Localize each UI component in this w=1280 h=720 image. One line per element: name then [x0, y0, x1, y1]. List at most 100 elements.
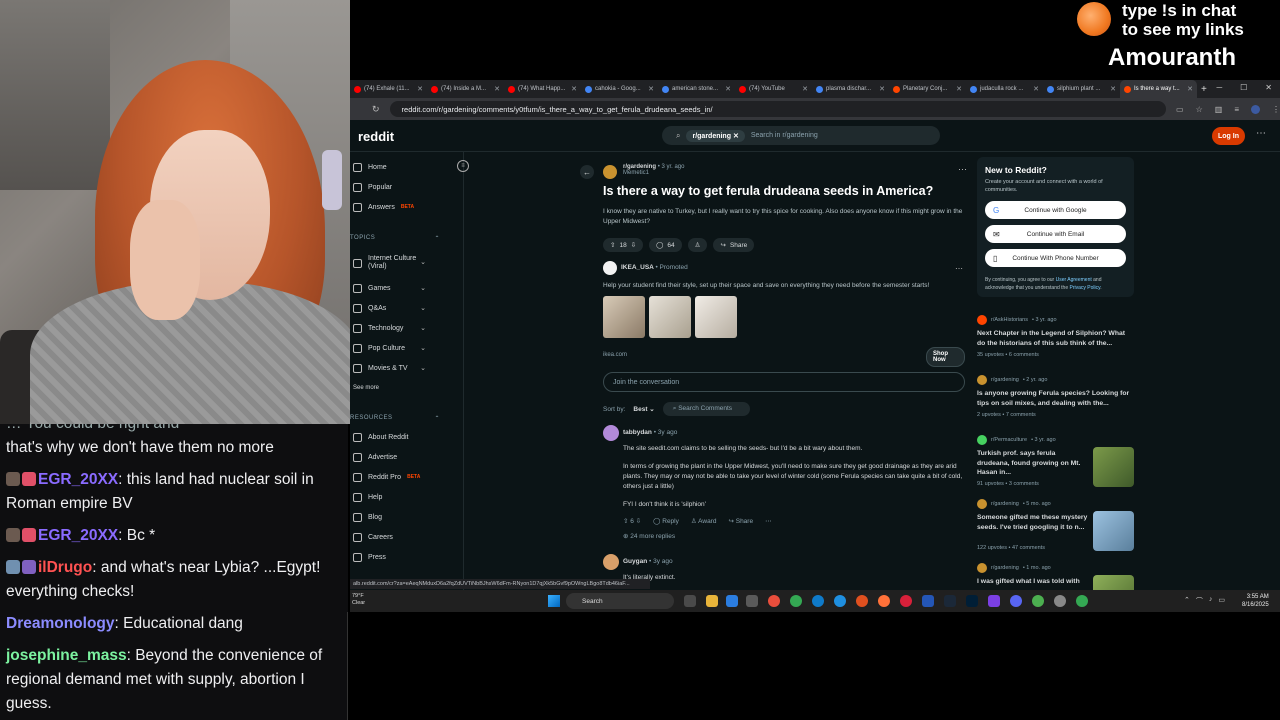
- chevron-up-icon[interactable]: ⌃: [1184, 596, 1190, 606]
- continue-email-button[interactable]: ✉ Continue with Email: [985, 225, 1126, 243]
- related-post[interactable]: r/Permaculture • 3 yr. ago Turkish prof. …: [977, 435, 1134, 493]
- search-comments-input[interactable]: ⌕ Search Comments: [662, 402, 751, 416]
- sidebar-item-home[interactable]: Home: [350, 158, 450, 176]
- privacy-policy-link[interactable]: Privacy Policy: [1070, 285, 1101, 291]
- related-subreddit[interactable]: r/gardening: [991, 377, 1019, 383]
- chat-username[interactable]: EGR_20XX: [38, 527, 118, 544]
- taskbar-search[interactable]: Search: [566, 593, 674, 609]
- continue-phone-button[interactable]: ▯ Continue With Phone Number: [985, 249, 1126, 267]
- sidebar-item-advertise[interactable]: Advertise: [350, 448, 450, 466]
- discord-icon[interactable]: [1010, 595, 1022, 607]
- close-icon[interactable]: ✕: [1110, 85, 1116, 93]
- app-icon[interactable]: [834, 595, 846, 607]
- downvote-icon[interactable]: ⇩: [631, 241, 636, 249]
- sidebar-item-careers[interactable]: Careers: [350, 528, 450, 546]
- extensions-icon[interactable]: ≡: [1234, 105, 1239, 114]
- url-field[interactable]: reddit.com/r/gardening/comments/y0tfum/i…: [389, 101, 1167, 117]
- steam-icon[interactable]: [944, 595, 956, 607]
- battery-icon[interactable]: ▭: [1218, 596, 1225, 606]
- shop-now-button[interactable]: Shop Now: [926, 347, 965, 367]
- related-subreddit[interactable]: r/gardening: [991, 501, 1019, 507]
- reload-icon[interactable]: ↻: [372, 104, 380, 115]
- close-icon[interactable]: ✕: [648, 85, 654, 93]
- browser-tab[interactable]: plasma dischar... ✕: [812, 80, 889, 98]
- see-more-link[interactable]: See more: [350, 379, 450, 397]
- vote-control[interactable]: ⇧ 18 ⇩: [603, 238, 644, 252]
- file-explorer-icon[interactable]: [706, 595, 718, 607]
- settings-gear-icon[interactable]: [1054, 595, 1066, 607]
- volume-icon[interactable]: ♪: [1209, 596, 1213, 606]
- browser-tab[interactable]: cahokia - Goog... ✕: [581, 80, 658, 98]
- chat-username[interactable]: ilDrugo: [38, 559, 92, 576]
- app-icon[interactable]: [746, 595, 758, 607]
- award-button[interactable]: ♙ Award: [691, 517, 717, 525]
- close-icon[interactable]: ✕: [417, 85, 423, 93]
- app-icon[interactable]: [922, 595, 934, 607]
- new-tab-icon[interactable]: +: [1197, 80, 1215, 98]
- profile-avatar-icon[interactable]: [1251, 104, 1260, 114]
- menu-icon[interactable]: ⋮: [1272, 105, 1280, 114]
- sidebar-item-answers[interactable]: Answers BETA: [350, 198, 450, 216]
- ad-domain[interactable]: ikea.com: [603, 352, 627, 358]
- close-icon[interactable]: ✕: [1187, 85, 1193, 93]
- reddit-logo[interactable]: reddit: [358, 129, 394, 144]
- cast-icon[interactable]: ▭: [1176, 105, 1184, 114]
- comment-author[interactable]: Guygan: [623, 558, 647, 565]
- browser-tab[interactable]: Planetary Conj... ✕: [889, 80, 966, 98]
- sidebar-item-blog[interactable]: Blog: [350, 508, 450, 526]
- sidebar-item-technology[interactable]: Technology ⌄: [350, 319, 450, 337]
- comment-author[interactable]: tabbydan: [623, 429, 652, 436]
- related-subreddit[interactable]: r/Permaculture: [991, 437, 1027, 443]
- advertiser-name[interactable]: IKEA_USA: [621, 264, 654, 271]
- related-thumbnail[interactable]: [1093, 511, 1134, 551]
- user-avatar[interactable]: [603, 554, 619, 570]
- sidebar-item-help[interactable]: Help: [350, 488, 450, 506]
- related-thumbnail[interactable]: [1093, 447, 1134, 487]
- award-button[interactable]: ♙: [687, 238, 708, 252]
- app-icon[interactable]: [856, 595, 868, 607]
- related-post[interactable]: r/gardening • 2 yr. ago Is anyone growing…: [977, 375, 1134, 425]
- sidebar-item-games[interactable]: Games ⌄: [350, 279, 450, 297]
- browser-tab[interactable]: (74) What Happ... ✕: [504, 80, 581, 98]
- minimize-icon[interactable]: ─: [1216, 83, 1222, 92]
- sidebar-icon[interactable]: ▥: [1215, 105, 1223, 114]
- store-icon[interactable]: [726, 595, 738, 607]
- sort-dropdown[interactable]: Best ⌄: [633, 405, 654, 413]
- post-author[interactable]: Memetic1: [623, 170, 684, 176]
- sidebar-item-movies-tv[interactable]: Movies & TV ⌄: [350, 359, 450, 377]
- subreddit-chip[interactable]: r/gardening ✕: [686, 129, 745, 142]
- chrome-icon[interactable]: [1076, 595, 1088, 607]
- close-icon[interactable]: ✕: [802, 85, 808, 93]
- ikea-logo-icon[interactable]: [603, 261, 617, 275]
- related-post[interactable]: r/gardening • 1 mo. ago I was gifted what…: [977, 563, 1134, 593]
- sidebar-item-internet-culture[interactable]: Internet Culture (Viral) ⌄: [350, 250, 450, 276]
- upvote-icon[interactable]: ⇧: [610, 241, 615, 249]
- close-icon[interactable]: ✕: [1033, 85, 1039, 93]
- share-button[interactable]: ↪ Share: [713, 238, 755, 252]
- task-view-icon[interactable]: [684, 595, 696, 607]
- chat-username[interactable]: EGR_20XX: [38, 471, 118, 488]
- sidebar-item-qas[interactable]: Q&As ⌄: [350, 299, 450, 317]
- network-icon[interactable]: ⌒: [1196, 596, 1203, 606]
- user-avatar[interactable]: [603, 425, 619, 441]
- continue-google-button[interactable]: G Continue with Google: [985, 201, 1126, 219]
- resources-section-header[interactable]: RESOURCES ⌃: [350, 415, 450, 422]
- browser-tab[interactable]: (74) Exhale (11... ✕: [350, 80, 427, 98]
- chat-username[interactable]: josephine_mass: [6, 647, 127, 664]
- related-title[interactable]: Next Chapter in the Legend of Silphion? …: [977, 329, 1132, 348]
- app-icon[interactable]: [988, 595, 1000, 607]
- photoshop-icon[interactable]: [966, 595, 978, 607]
- firefox-icon[interactable]: [878, 595, 890, 607]
- related-subreddit[interactable]: r/AskHistorians: [991, 317, 1028, 323]
- share-button[interactable]: ↪ Share: [728, 517, 753, 525]
- ad-image[interactable]: [649, 296, 691, 338]
- more-options-icon[interactable]: ⋯: [1256, 128, 1266, 139]
- comment-vote-control[interactable]: ⇧ 6 ⇩: [623, 517, 641, 525]
- browser-tab-active[interactable]: Is there a way t... ✕: [1120, 80, 1197, 98]
- topics-section-header[interactable]: TOPICS ⌃: [350, 235, 450, 242]
- ad-more-icon[interactable]: ⋯: [955, 264, 963, 273]
- related-title[interactable]: Someone gifted me these mystery seeds. I…: [977, 513, 1089, 532]
- ad-image[interactable]: [603, 296, 645, 338]
- collapse-sidebar-icon[interactable]: ≡: [457, 160, 469, 172]
- back-arrow-icon[interactable]: ←: [580, 165, 594, 179]
